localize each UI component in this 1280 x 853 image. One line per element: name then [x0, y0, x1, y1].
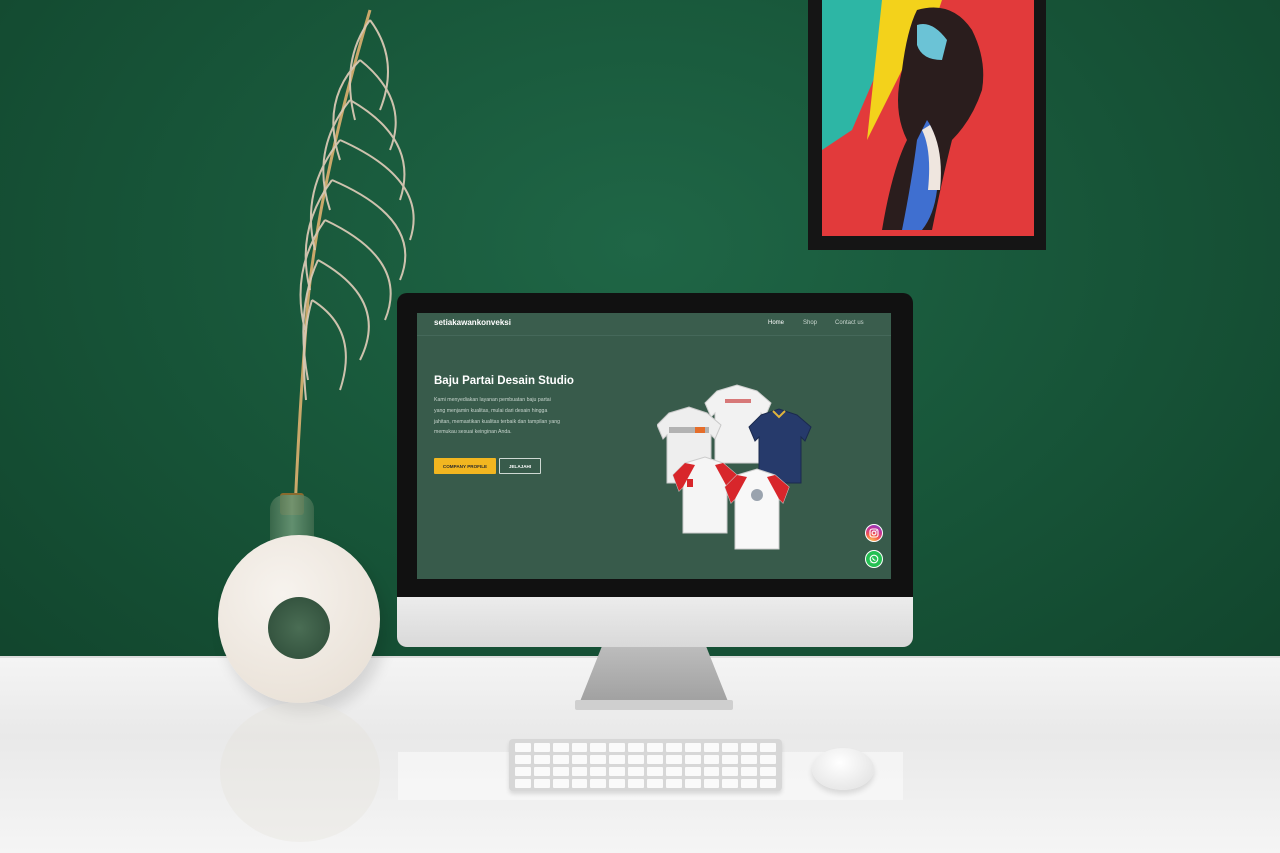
monitor-chin: [397, 597, 913, 647]
instagram-button[interactable]: [865, 524, 883, 542]
polo-shirts-image: [657, 384, 812, 550]
whatsapp-icon: [869, 554, 879, 564]
framed-painting: [808, 0, 1046, 250]
hero-title: Baju Partai Desain Studio: [434, 375, 574, 387]
ring-vase: [218, 535, 380, 703]
painting-canvas: [822, 0, 1034, 236]
nav-home[interactable]: Home: [768, 320, 784, 326]
website-screen: setiakawankonveksi Home Shop Contact us …: [417, 313, 891, 579]
nav-contact[interactable]: Contact us: [835, 320, 864, 326]
vase-reflection: [220, 702, 380, 842]
brand-logo[interactable]: setiakawankonveksi: [434, 318, 511, 327]
company-profile-button[interactable]: COMPANY PROFILE: [434, 458, 496, 474]
mouse: [812, 748, 874, 790]
desktop-monitor: setiakawankonveksi Home Shop Contact us …: [397, 293, 913, 647]
nav-shop[interactable]: Shop: [803, 320, 817, 326]
explore-button[interactable]: JELAJAHI: [499, 458, 541, 474]
keyboard: [509, 739, 782, 791]
hero-description: Kami menyediakan layanan pembuatan baju …: [434, 397, 561, 436]
monitor-stand-base: [575, 700, 733, 710]
navbar: setiakawankonveksi Home Shop Contact us: [417, 313, 891, 336]
instagram-icon: [869, 528, 879, 538]
whatsapp-button[interactable]: [865, 550, 883, 568]
vase-hole: [268, 597, 330, 659]
